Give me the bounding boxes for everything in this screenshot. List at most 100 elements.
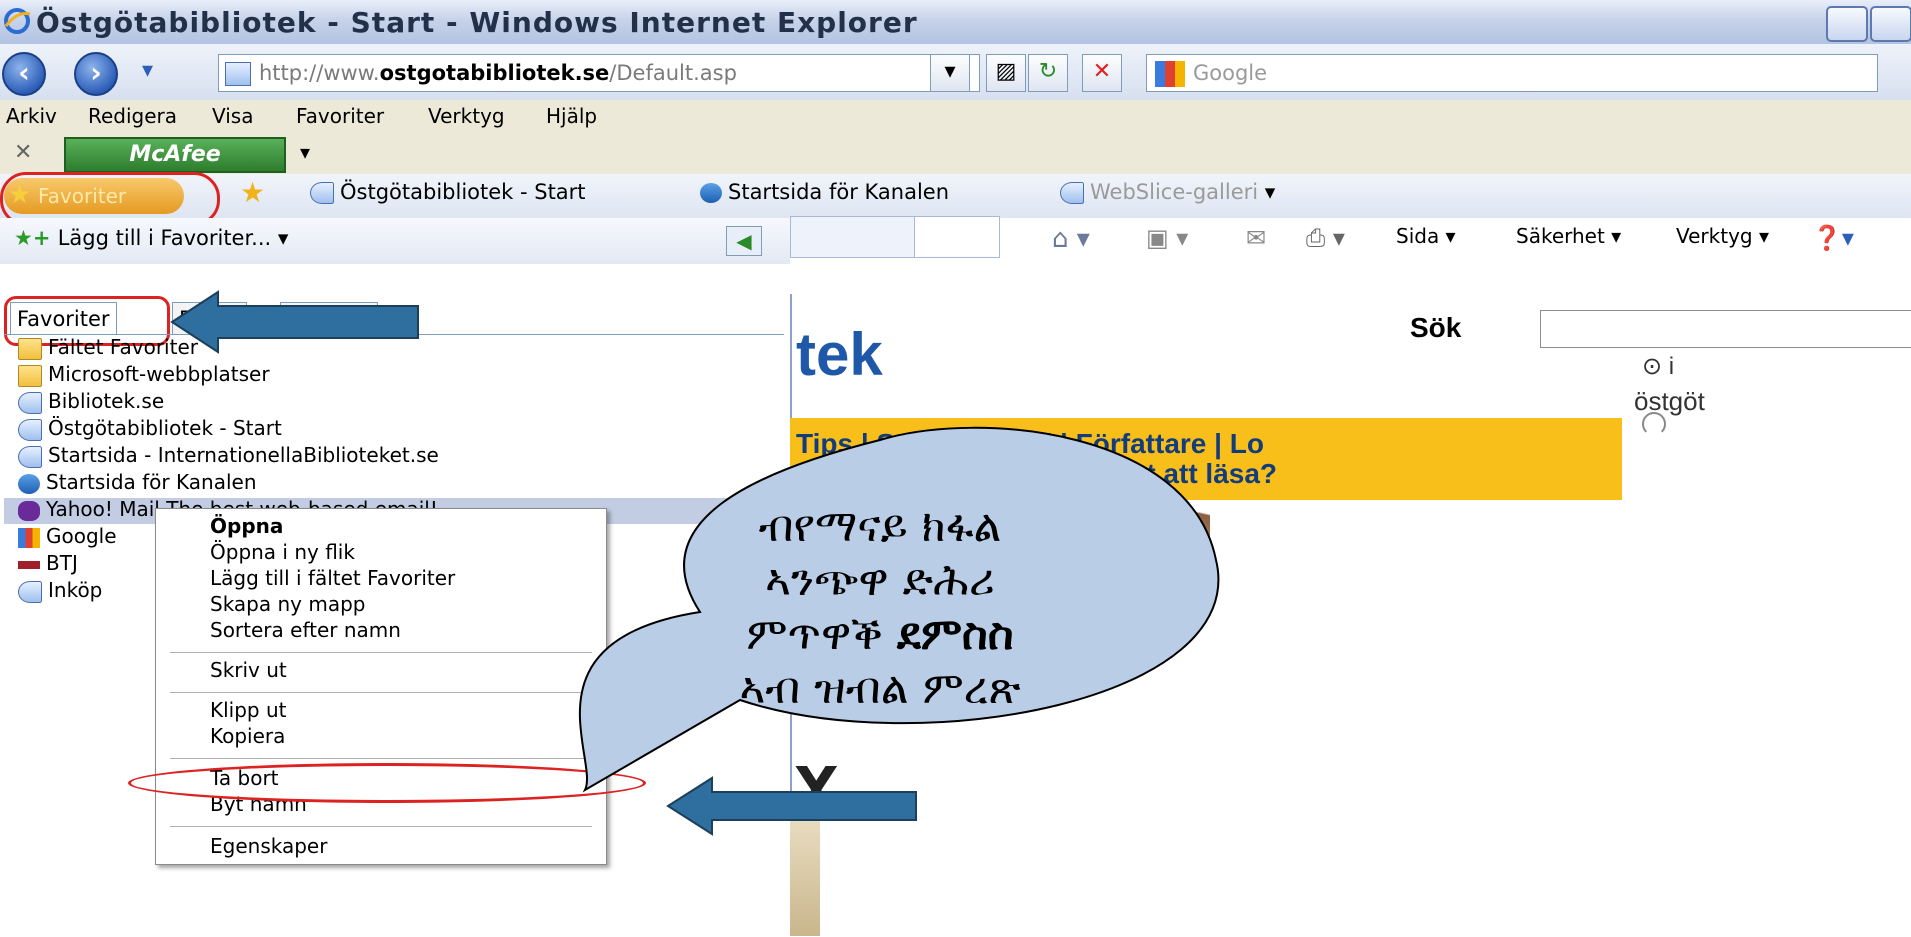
forward-button[interactable]: › [74,52,118,96]
ctx-new-folder[interactable]: Skapa ny mapp [210,592,366,616]
favbar-link-label: WebSlice-galleri [1090,180,1259,204]
url-host: ostgotabibliotek.se [379,61,610,85]
back-button[interactable]: ‹ [2,52,46,96]
channel-icon [18,473,40,494]
page-icon [18,391,42,414]
add-to-favorites-bar-icon[interactable]: ★ [240,176,265,209]
ctx-open-new-tab[interactable]: Öppna i ny flik [210,540,355,564]
pin-pane-icon[interactable]: ◀ [726,226,762,256]
favorites-bar [0,174,1911,219]
list-item-label: Microsoft-webbplatser [48,362,270,386]
tab-tidigare[interactable]: Tidigare [280,302,379,335]
menu-verktyg[interactable]: Verktyg [428,104,505,128]
tools-menu-label: Verktyg [1676,224,1753,248]
site-search-input[interactable] [1540,310,1911,348]
callout-text: ብየማናይ ክፋል ኣንጭዋ ድሕሪ ምጥዋቕ ደምስስ ኣብ ዝብል ምረጽ [660,500,1100,716]
mcafee-button[interactable]: McAfee [64,137,286,173]
ctx-open[interactable]: Öppna [210,514,283,538]
page-icon [18,580,42,603]
favbar-link-ostgota[interactable]: Östgötabibliotek - Start [310,180,586,204]
page-icon [1060,182,1084,204]
home-icon[interactable]: ⌂ ▾ [1052,224,1090,254]
menu-hjalp[interactable]: Hjälp [546,104,597,128]
list-item-label: Fältet Favoriter [48,335,198,359]
region-label: östgöt [1634,386,1705,416]
list-item[interactable]: Microsoft-webbplatser [18,361,270,388]
add-favorite-icon: ★+ [14,226,58,250]
list-item-label: Startsida - InternationellaBiblioteket.s… [48,443,439,467]
ctx-add-to-favorites-bar[interactable]: Lägg till i fältet Favoriter [210,566,455,590]
search-scope-radio[interactable]: ⊙ i [1642,352,1674,381]
radio-label: i [1668,353,1675,380]
list-item[interactable]: Google [18,523,117,550]
ctx-print[interactable]: Skriv ut [210,658,287,682]
menu-visa[interactable]: Visa [212,104,253,128]
yahoo-icon [18,500,40,521]
callout-emphasis: ደምስስ [896,609,1014,660]
url-path: /Default.asp [609,61,737,85]
ctx-copy[interactable]: Kopiera [210,724,285,748]
menu-favoriter[interactable]: Favoriter [296,104,384,128]
page-menu[interactable]: Sida ▾ [1396,224,1456,248]
mcafee-dropdown-icon[interactable]: ▾ [300,140,310,164]
new-tab-button[interactable] [914,216,1000,258]
menu-bar [0,100,1911,134]
list-item[interactable]: Startsida - InternationellaBiblioteket.s… [18,442,439,469]
list-item[interactable]: Östgötabibliotek - Start [18,415,282,442]
folder-icon [18,337,42,360]
list-item-label: Startsida för Kanalen [46,470,257,494]
minimize-button[interactable] [1826,6,1868,42]
list-item[interactable]: Bibliotek.se [18,388,164,415]
channel-icon [700,183,722,203]
menu-redigera[interactable]: Redigera [88,104,177,128]
search-placeholder: Google [1193,61,1268,85]
print-icon[interactable]: ⎙ ▾ [1306,224,1345,252]
list-item[interactable]: Fältet Favoriter [18,334,198,361]
safety-menu[interactable]: Säkerhet ▾ [1516,224,1621,248]
menu-separator [170,692,592,693]
search-input[interactable]: Google [1146,54,1878,92]
list-item-label: Google [46,524,117,548]
ctx-properties[interactable]: Egenskaper [210,834,327,858]
favbar-link-webslice[interactable]: WebSlice-galleri ▾ [1060,180,1275,204]
refresh-icon[interactable]: ↻ [1028,54,1068,92]
menu-separator [170,826,592,827]
chevron-down-icon: ▾ [1264,180,1276,204]
btj-icon [18,560,40,569]
page-side-strip [790,820,820,936]
maximize-button[interactable] [1870,6,1911,42]
list-item-label: Inköp [48,578,103,602]
page-icon [18,445,42,468]
address-bar[interactable]: http://www.ostgotabibliotek.se/Default.a… [218,54,980,92]
ctx-cut[interactable]: Klipp ut [210,698,287,722]
close-toolbar-icon[interactable]: ✕ [14,140,32,165]
menu-arkiv[interactable]: Arkiv [6,104,57,128]
search-scope-radio-2[interactable] [1642,412,1666,436]
feeds-icon[interactable]: ▣ ▾ [1146,224,1188,252]
list-item[interactable]: BTJ [18,550,78,577]
list-item[interactable]: Startsida för Kanalen [18,469,257,496]
callout-line: ኣብ ዝብል ምረጽ [739,663,1021,714]
stop-icon[interactable]: ✕ [1082,54,1122,92]
url-prefix: http://www. [259,61,380,85]
site-nav-links-2[interactable]: | Svårt att läsa? [1070,458,1277,490]
add-to-favorites-button[interactable]: ★+ Lägg till i Favoriter... ▾ [14,226,288,250]
tab-feeds[interactable]: Feeds [172,302,248,335]
favbar-link-kanalen[interactable]: Startsida för Kanalen [700,180,949,204]
ctx-sort-by-name[interactable]: Sortera efter namn [210,618,401,642]
help-icon[interactable]: ❓▾ [1812,224,1854,252]
list-item[interactable]: Inköp [18,577,102,604]
safety-menu-label: Säkerhet [1516,224,1605,248]
list-item-label: Bibliotek.se [48,389,165,413]
compatibility-icon[interactable]: ▨ [986,54,1026,92]
browser-tab[interactable] [790,216,916,258]
site-nav-links[interactable]: Tips | Sök & beställ | Författare | Lo [796,428,1264,460]
delete-option-highlight [128,763,646,803]
tools-menu[interactable]: Verktyg ▾ [1676,224,1769,248]
mail-icon[interactable]: ✉ [1246,224,1266,252]
google-icon [18,527,40,548]
address-dropdown-button[interactable]: ▾ [930,54,970,92]
list-item-label: BTJ [46,551,78,575]
favbar-link-label: Östgötabibliotek - Start [340,180,586,204]
history-dropdown-icon[interactable]: ▾ [142,58,153,83]
